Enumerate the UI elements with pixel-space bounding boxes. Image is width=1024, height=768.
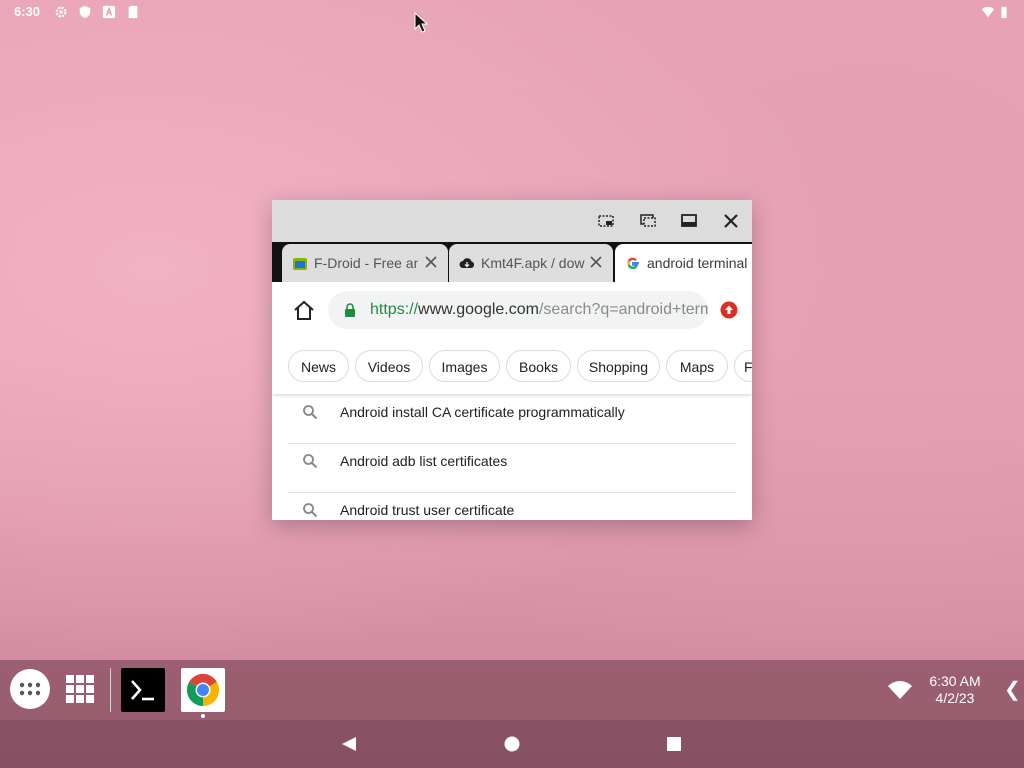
related-search-text: Android adb list certificates [340, 453, 508, 469]
tab-title: F-Droid - Free and Open Source [314, 255, 418, 271]
tab-download[interactable]: Kmt4F.apk / download [449, 244, 613, 282]
picture-in-picture-icon[interactable] [596, 211, 616, 231]
mouse-cursor-icon [414, 12, 429, 33]
terminal-icon [131, 680, 154, 701]
url-scheme: https:// [370, 301, 419, 318]
home-icon[interactable] [292, 299, 316, 321]
related-search-item[interactable]: Android adb list certificates [288, 443, 736, 493]
app-grid-button[interactable] [66, 675, 94, 703]
search-icon [303, 503, 318, 518]
chip-images[interactable]: Images [429, 350, 500, 382]
fdroid-icon [293, 258, 307, 270]
cloud-icon [459, 258, 475, 268]
related-search-text: Android trust user certificate [340, 502, 515, 518]
sd-card-icon [128, 5, 138, 19]
taskbar-divider [110, 668, 111, 712]
url-host: www.google.com [418, 301, 539, 318]
url-text: https://www.google.com/search?q=android+… [370, 301, 708, 319]
browser-toolbar: https://www.google.com/search?q=android+… [272, 282, 752, 338]
restore-icon[interactable] [638, 211, 658, 231]
tab-title: android terminal [647, 255, 748, 271]
update-available-icon[interactable] [720, 301, 738, 319]
chip-news[interactable]: News [288, 350, 349, 382]
home-button[interactable] [503, 735, 521, 753]
tab-close-icon[interactable] [589, 255, 603, 269]
related-search-item[interactable]: Android trust user certificate [288, 492, 736, 520]
expand-tray-icon[interactable]: ❮ [1004, 680, 1021, 700]
clock-time: 6:30 AM [929, 673, 981, 689]
chip-books[interactable]: Books [506, 350, 571, 382]
address-bar[interactable]: https://www.google.com/search?q=android+… [328, 291, 708, 329]
settings-icon [55, 6, 67, 18]
tab-google-search[interactable]: android terminal [615, 244, 752, 282]
a-icon [102, 5, 116, 19]
tab-close-icon[interactable] [424, 255, 438, 269]
tab-fdroid[interactable]: F-Droid - Free and Open Source [282, 244, 448, 282]
status-time: 6:30 [14, 4, 41, 19]
terminal-app[interactable] [121, 668, 165, 712]
navigation-bar [0, 720, 1024, 768]
battery-icon [1001, 6, 1007, 19]
window-caption-bar[interactable] [272, 200, 752, 242]
back-button[interactable] [340, 735, 358, 753]
lock-icon [345, 303, 355, 317]
taskbar-clock[interactable]: 6:30 AM 4/2/23 [918, 673, 992, 707]
clock-date: 4/2/23 [935, 690, 975, 706]
related-search-text: Android install CA certificate programma… [340, 404, 625, 420]
taskbar: 6:30 AM 4/2/23 ❮ [0, 660, 1024, 720]
chrome-app[interactable] [181, 668, 225, 712]
wifi-icon [981, 6, 995, 18]
maximize-icon[interactable] [679, 211, 699, 231]
chip-more[interactable]: F [734, 350, 752, 382]
chip-videos[interactable]: Videos [355, 350, 423, 382]
app-drawer-icon [19, 682, 41, 696]
url-path: /search?q=android+terminal [538, 301, 708, 318]
chip-maps[interactable]: Maps [666, 350, 728, 382]
related-search-item[interactable]: Android install CA certificate programma… [288, 394, 736, 444]
search-filter-chips: News Videos Images Books Shopping Maps F [272, 338, 752, 394]
wifi-icon[interactable] [887, 680, 913, 700]
tab-title: Kmt4F.apk / download [481, 255, 585, 271]
chip-shopping[interactable]: Shopping [577, 350, 660, 382]
tab-strip: F-Droid - Free and Open Source Kmt4F.apk… [272, 242, 752, 282]
all-apps-button[interactable] [10, 669, 50, 709]
google-icon [627, 257, 639, 270]
close-icon[interactable] [721, 211, 741, 231]
shield-icon [79, 5, 91, 19]
search-icon [303, 405, 318, 420]
chrome-icon [186, 673, 220, 707]
recents-button[interactable] [665, 735, 683, 753]
running-indicator [201, 714, 205, 718]
browser-window: F-Droid - Free and Open Source Kmt4F.apk… [272, 200, 752, 520]
search-icon [303, 454, 318, 469]
status-bar: 6:30 [0, 0, 1024, 24]
